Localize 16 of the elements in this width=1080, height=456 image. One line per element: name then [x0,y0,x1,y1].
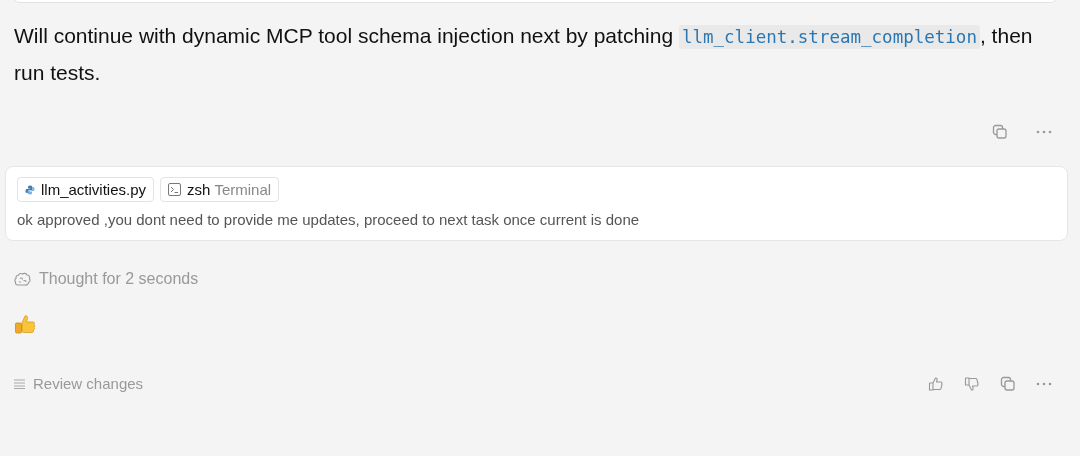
thumbs-down-icon[interactable] [964,375,980,392]
assistant-message: Will continue with dynamic MCP tool schema injection next by patching llm_client.stream_completion, then run tests. [14,23,1034,86]
chip-sublabel: Terminal [214,181,272,198]
context-chip[interactable]: zsh Terminal [160,177,280,202]
terminal-icon [168,183,182,196]
python-file-icon [25,184,35,195]
thumbs-up-icon [13,313,37,337]
brain-icon [14,271,31,287]
user-message: ok approved ,you dont need to provide me updates, proceed to next task once current is done [17,211,641,228]
more-icon[interactable] [1036,130,1052,134]
copy-icon[interactable] [1000,375,1016,392]
thumbs-up-icon[interactable] [928,375,944,392]
copy-icon[interactable] [992,124,1008,140]
context-chip[interactable]: llm_activities.py [17,177,155,202]
list-icon [14,378,25,389]
more-icon[interactable] [1036,381,1052,386]
